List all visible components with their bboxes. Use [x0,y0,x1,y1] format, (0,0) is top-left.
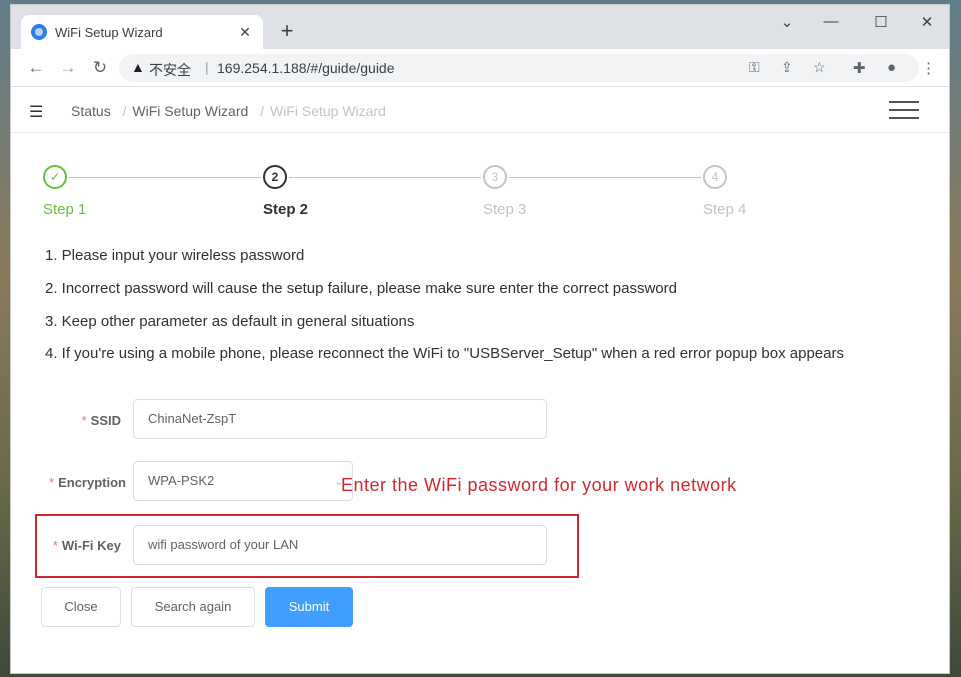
breadcrumb-item-wizard[interactable]: WiFi Setup Wizard [132,103,248,119]
breadcrumb-item-status[interactable]: Status [71,103,111,119]
share-icon[interactable]: ⇪ [781,59,793,76]
step-3-label: Step 3 [483,201,527,218]
breadcrumb-item-current: WiFi Setup Wizard [269,103,386,119]
encryption-select[interactable]: WPA-PSK2 ⌄ [133,461,353,501]
required-mark: * [81,413,87,428]
maximize-button[interactable]: ☐ [869,13,893,31]
step-3-marker: 3 [483,165,507,189]
minimize-button[interactable]: — [819,13,843,30]
step-2-marker: 2 [263,165,287,189]
step-1-label: Step 1 [43,201,87,218]
star-icon[interactable]: ☆ [813,59,826,76]
back-arrow-icon[interactable]: ← [25,57,47,79]
step-connector [289,177,481,178]
required-mark: * [49,475,55,490]
instruction-4: 4. If you're using a mobile phone, pleas… [45,345,844,362]
more-menu-icon[interactable]: ⋮ [921,59,936,77]
ssid-label-text: SSID [90,413,121,428]
submit-button[interactable]: Submit [265,587,353,627]
tab-close-icon[interactable]: ✕ [237,24,253,41]
instruction-2: 2. Incorrect password will cause the set… [45,280,677,297]
wifi-key-label-text: Wi-Fi Key [61,538,121,553]
step-4-marker: 4 [703,165,727,189]
address-bar[interactable]: ▲ 不安全 | 169.254.1.188/#/guide/guide ⚿ ⇪ … [119,54,919,82]
site-favicon-icon [31,24,47,40]
address-separator: | [205,59,209,75]
step-connector [69,177,261,178]
new-tab-button[interactable]: + [275,19,299,43]
extensions-icon[interactable]: ✚ [853,59,866,77]
breadcrumb-separator: / [122,103,127,119]
desktop-background: WiFi Setup Wizard ✕ + ⌄ — ☐ ✕ ← → ↻ ▲ 不安… [0,0,961,677]
security-status[interactable]: 不安全 [149,60,191,80]
page-content: ☰ Status / WiFi Setup Wizard / WiFi Setu… [11,87,949,673]
warning-triangle-icon: ▲ [131,59,145,75]
encryption-selected-value: WPA-PSK2 [148,473,215,488]
reload-icon[interactable]: ↻ [89,57,111,79]
step-1-check-icon: ✓ [43,165,67,189]
instruction-1: 1. Please input your wireless password [45,247,305,264]
tab-strip: WiFi Setup Wizard ✕ + ⌄ — ☐ ✕ [11,5,949,49]
close-window-button[interactable]: ✕ [915,13,939,31]
required-mark: * [52,538,58,553]
breadcrumb-separator: / [260,103,265,119]
search-again-button[interactable]: Search again [131,587,255,627]
key-icon[interactable]: ⚿ [749,59,760,76]
breadcrumb: Status / WiFi Setup Wizard / WiFi Setup … [71,103,388,119]
ssid-input[interactable]: ChinaNet-ZspT [133,399,547,439]
tab-wifi-setup[interactable]: WiFi Setup Wizard ✕ [21,15,263,49]
browser-window: WiFi Setup Wizard ✕ + ⌄ — ☐ ✕ ← → ↻ ▲ 不安… [10,4,950,674]
wizard-steps: ✓ 2 3 4 Step 1 Step 2 Step 3 Step 4 [11,165,949,225]
url-text[interactable]: 169.254.1.188/#/guide/guide [217,60,395,76]
instruction-3: 3. Keep other parameter as default in ge… [45,313,415,330]
wifi-key-label: * Wi-Fi Key [11,538,121,553]
step-2-label: Step 2 [263,201,309,218]
tab-search-icon[interactable]: ⌄ [775,13,799,31]
forward-arrow-icon[interactable]: → [57,57,79,79]
browser-toolbar: ← → ↻ ▲ 不安全 | 169.254.1.188/#/guide/guid… [11,49,949,87]
encryption-label-text: Encryption [58,475,126,490]
menu-fold-icon[interactable]: ☰ [29,102,43,122]
annotation-callout: Enter the WiFi password for your work ne… [341,475,737,495]
close-button[interactable]: Close [41,587,121,627]
ssid-label: * SSID [11,413,121,428]
hamburger-menu-icon[interactable] [889,97,919,121]
encryption-label: * Encryption [16,475,126,490]
tab-title: WiFi Setup Wizard [55,24,163,40]
step-4-label: Step 4 [703,201,747,218]
step-connector [509,177,701,178]
wifi-key-input[interactable]: wifi password of your LAN [133,525,547,565]
profile-icon[interactable]: ● [887,59,896,76]
breadcrumb-bar: ☰ Status / WiFi Setup Wizard / WiFi Setu… [11,87,949,133]
